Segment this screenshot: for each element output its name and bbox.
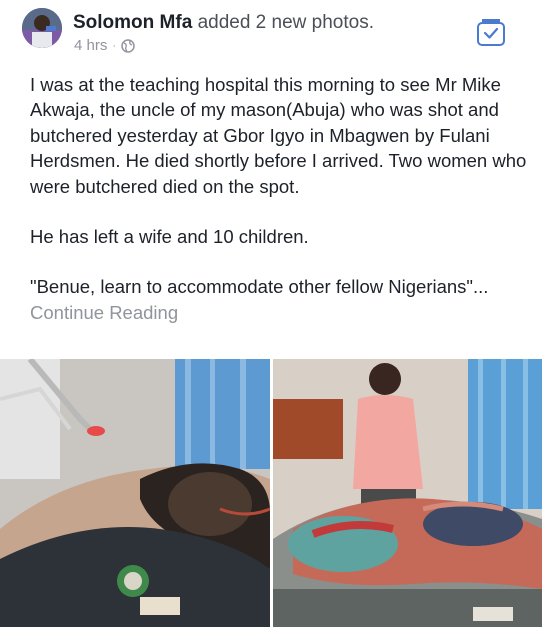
post-photo-2[interactable] bbox=[273, 359, 542, 627]
post-paragraph: He has left a wife and 10 children. bbox=[30, 226, 309, 248]
continue-reading-link[interactable]: Continue Reading bbox=[30, 302, 178, 323]
meta-separator: · bbox=[112, 39, 117, 52]
timestamp[interactable]: 4 hrs bbox=[74, 37, 107, 54]
avatar-image bbox=[22, 8, 62, 48]
post-photo-1[interactable] bbox=[0, 359, 270, 627]
post-paragraph-last: "Benue, learn to accommodate other fello… bbox=[30, 274, 530, 325]
globe-icon[interactable] bbox=[121, 38, 135, 53]
saved-icon bbox=[477, 19, 505, 46]
save-post-button[interactable] bbox=[475, 17, 507, 47]
post-header: Solomon Mfa added 2 new photos. bbox=[73, 12, 374, 34]
avatar[interactable] bbox=[22, 8, 62, 48]
post-action-text: added 2 new photos. bbox=[197, 12, 374, 33]
post-quote: "Benue, learn to accommodate other fello… bbox=[30, 276, 489, 298]
post-card: Solomon Mfa added 2 new photos. 4 hrs · … bbox=[0, 0, 542, 640]
post-paragraph: I was at the teaching hospital this morn… bbox=[30, 74, 527, 197]
author-name[interactable]: Solomon Mfa bbox=[73, 12, 192, 33]
photo-image bbox=[273, 359, 542, 627]
post-meta: 4 hrs · bbox=[74, 37, 135, 54]
photo-image bbox=[0, 359, 270, 627]
post-body: I was at the teaching hospital this morn… bbox=[30, 72, 530, 325]
